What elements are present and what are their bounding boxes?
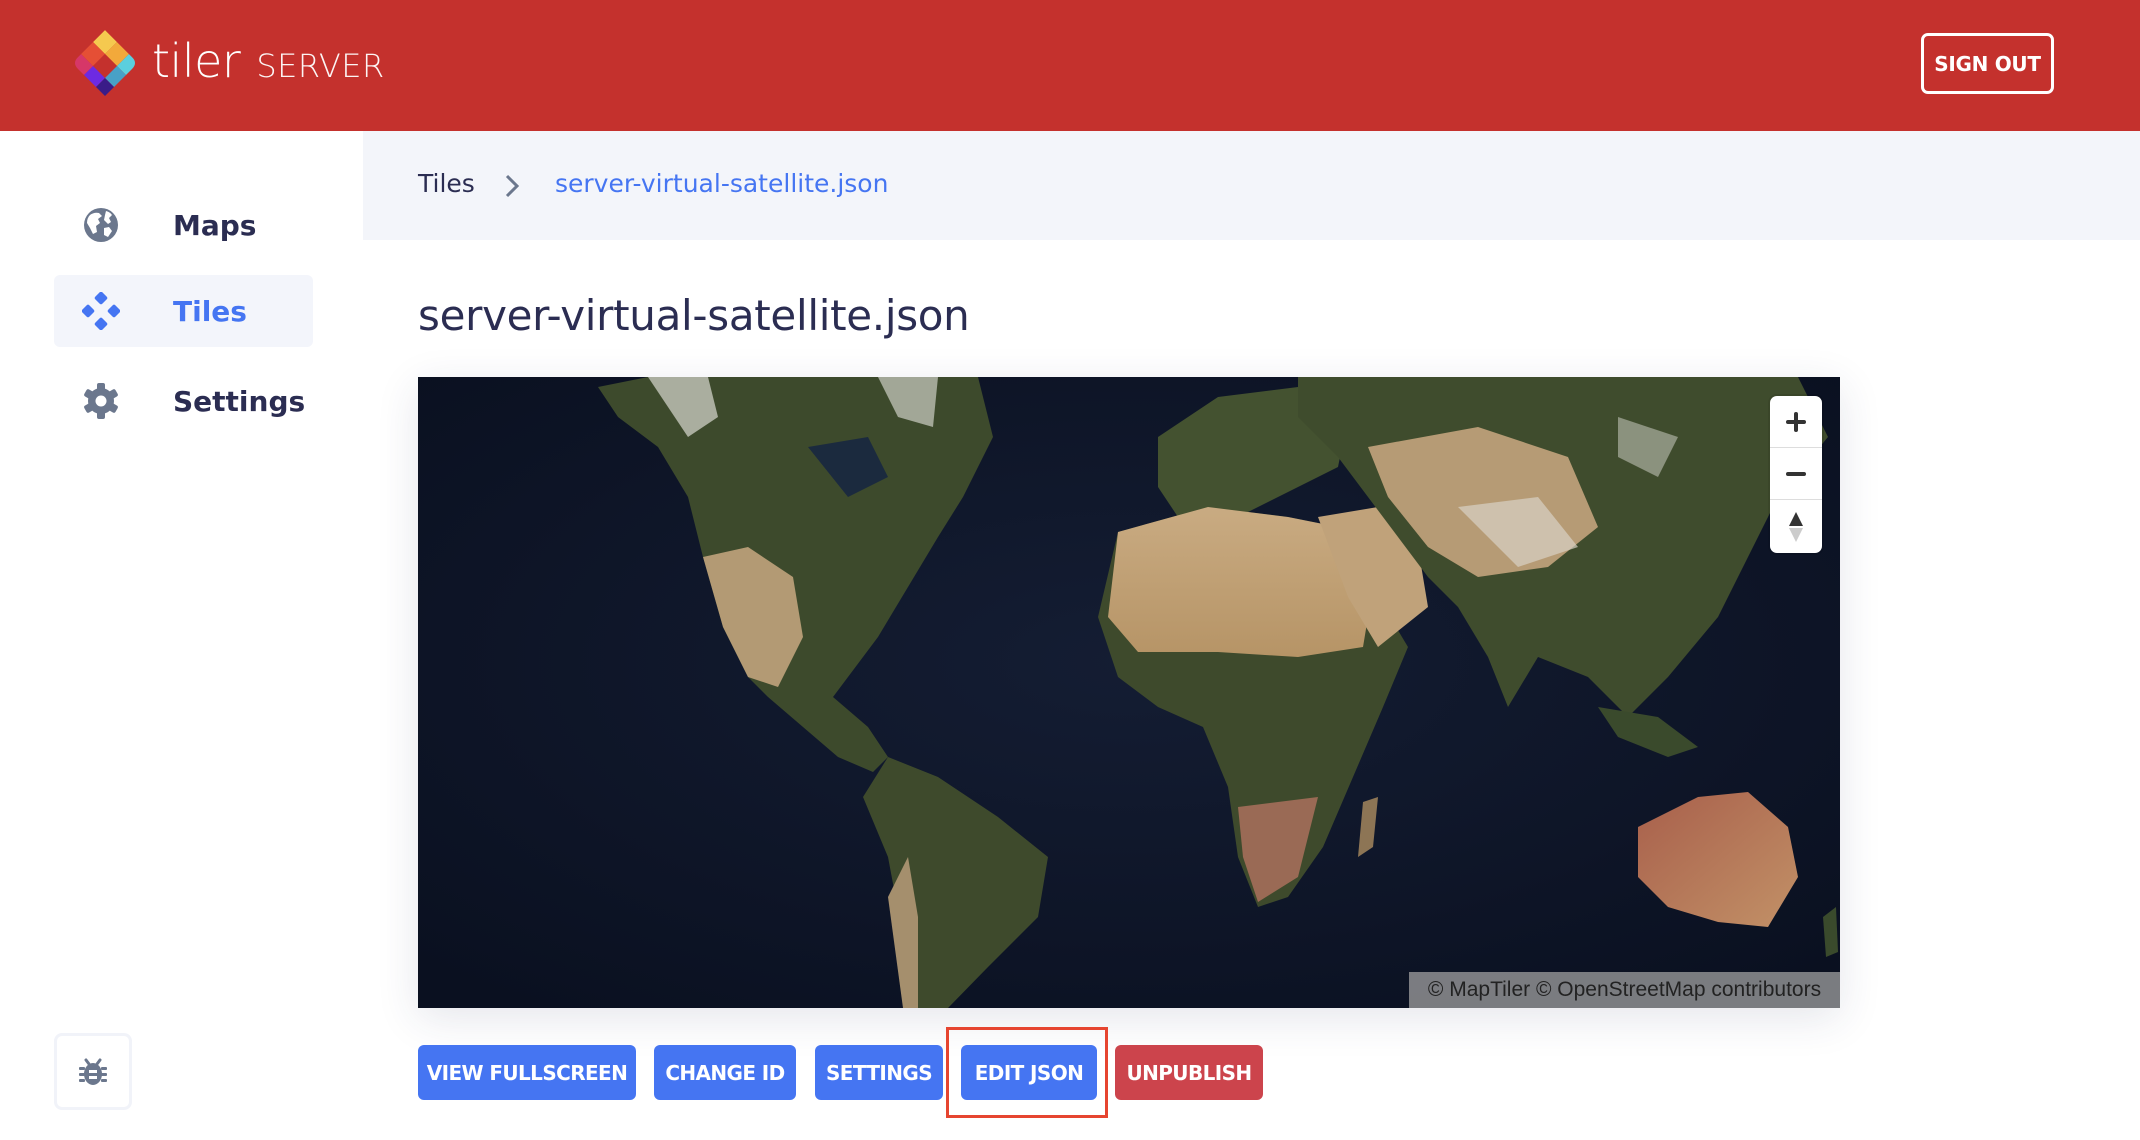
sidebar-item-tiles[interactable]: Tiles — [54, 275, 313, 347]
zoom-in-button[interactable] — [1770, 396, 1822, 448]
zoom-out-button[interactable] — [1770, 448, 1822, 500]
sidebar: Maps Tiles Settings — [0, 131, 363, 1140]
unpublish-button[interactable]: UNPUBLISH — [1115, 1045, 1263, 1100]
map-attribution: © MapTiler © OpenStreetMap contributors — [1409, 972, 1840, 1008]
sidebar-item-maps[interactable]: Maps — [54, 189, 313, 261]
edit-json-button[interactable]: EDIT JSON — [961, 1045, 1097, 1100]
maptiler-attribution-link[interactable]: © MapTiler — [1428, 978, 1530, 1002]
change-id-button[interactable]: CHANGE ID — [654, 1045, 796, 1100]
sidebar-item-label: Settings — [173, 384, 306, 418]
map-preview[interactable]: © MapTiler © OpenStreetMap contributors — [418, 377, 1840, 1008]
page-title: server-virtual-satellite.json — [418, 291, 970, 340]
sidebar-item-label: Maps — [173, 208, 257, 242]
bug-report-button[interactable] — [54, 1033, 132, 1110]
brand-name: map tiler SERVER — [152, 34, 1629, 911]
app-header: map tiler SERVER SIGN OUT — [0, 0, 2140, 911]
minus-icon — [1786, 471, 1806, 476]
settings-button[interactable]: SETTINGS — [815, 1045, 943, 1100]
breadcrumb: Tiles server-virtual-satellite.json — [363, 131, 2140, 240]
globe-icon — [82, 206, 120, 244]
view-fullscreen-button[interactable]: VIEW FULLSCREEN — [418, 1045, 636, 1100]
brand-product: SERVER — [256, 47, 385, 85]
bug-icon — [79, 1058, 107, 1085]
satellite-world-map[interactable] — [418, 377, 1840, 1008]
reset-bearing-button[interactable] — [1770, 500, 1822, 553]
map-navigation-control — [1770, 396, 1822, 553]
breadcrumb-tiles-link[interactable]: Tiles — [418, 169, 475, 198]
sidebar-item-settings[interactable]: Settings — [54, 365, 313, 437]
osm-attribution-link[interactable]: © OpenStreetMap contributors — [1536, 978, 1821, 1002]
gear-icon — [82, 382, 120, 420]
breadcrumb-current[interactable]: server-virtual-satellite.json — [555, 169, 888, 198]
chevron-right-icon — [505, 174, 520, 198]
brand-tiler: tiler — [152, 34, 241, 88]
plus-icon — [1786, 411, 1806, 432]
maptiler-logo-icon — [75, 30, 135, 96]
sidebar-item-label: Tiles — [173, 294, 247, 328]
sign-out-button[interactable]: SIGN OUT — [1921, 33, 2054, 94]
tiles-icon — [82, 292, 120, 330]
main-content: Tiles server-virtual-satellite.json serv… — [363, 131, 2140, 1140]
compass-icon — [1789, 511, 1803, 542]
